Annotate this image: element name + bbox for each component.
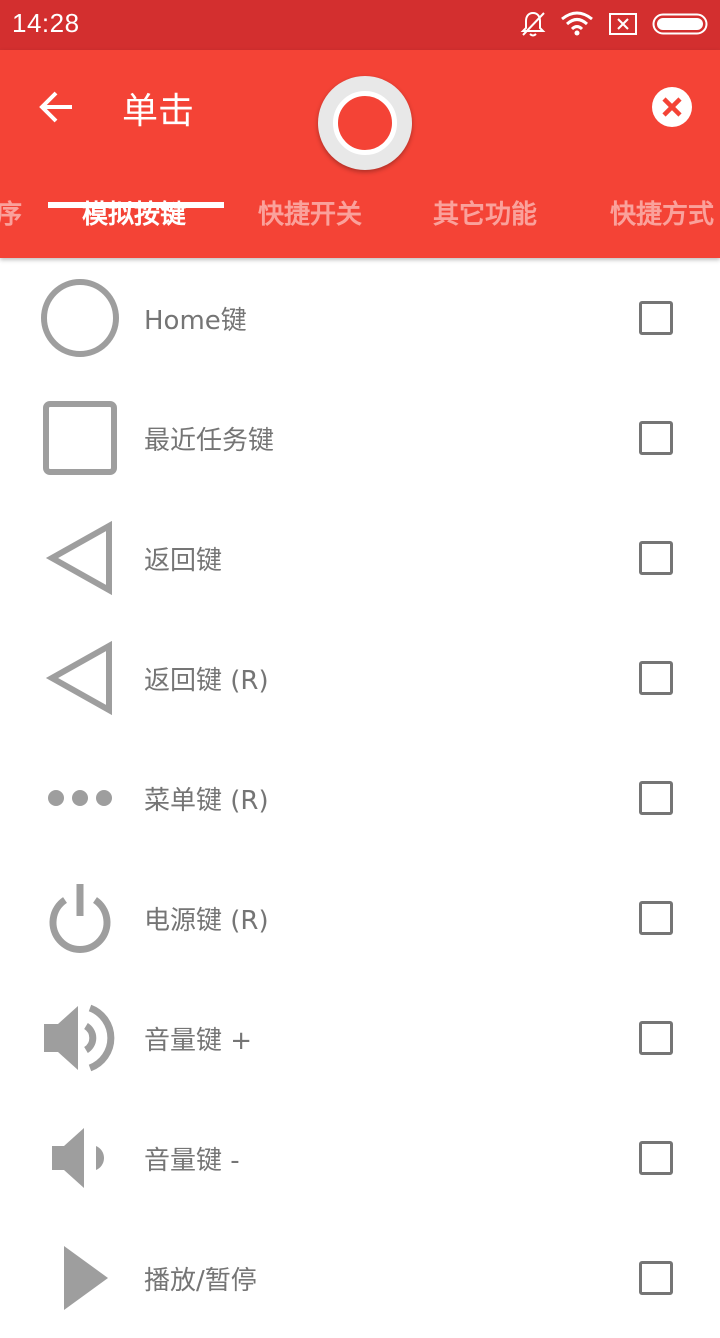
list-item-label: 返回键 (R) — [144, 666, 269, 696]
list-item[interactable]: 返回键 — [0, 498, 720, 618]
close-circle-icon — [662, 97, 682, 117]
tab-quick-switches[interactable]: 快捷开关 — [258, 194, 362, 231]
list-item-label: 电源键 (R) — [144, 906, 269, 936]
checkbox[interactable] — [639, 781, 673, 815]
checkbox[interactable] — [639, 661, 673, 695]
tab-programs[interactable]: 程序 — [0, 194, 22, 231]
status-bar: 14:28 — [0, 0, 720, 50]
list-item-label: 播放/暂停 — [144, 1266, 257, 1296]
floating-ball-preview[interactable] — [318, 76, 412, 170]
page-title: 单击 — [122, 91, 195, 132]
list-item-label: 最近任务键 — [144, 426, 275, 456]
list-item[interactable]: 音量键 - — [0, 1098, 720, 1218]
square-recents-icon — [40, 398, 120, 478]
list-item[interactable]: 音量键 + — [0, 978, 720, 1098]
tab-simulated-keys[interactable]: 模拟按键 — [82, 194, 186, 231]
checkbox[interactable] — [639, 301, 673, 335]
list-item[interactable]: Home键 — [0, 258, 720, 378]
tab-bar: 程序 模拟按键 快捷开关 其它功能 快捷方式 — [0, 178, 720, 258]
checkbox[interactable] — [639, 1261, 673, 1295]
list-item[interactable]: 菜单键 (R) — [0, 738, 720, 858]
power-icon — [40, 878, 120, 958]
list-item[interactable]: 最近任务键 — [0, 378, 720, 498]
play-icon — [40, 1238, 120, 1318]
app-bar: 单击 程序 模拟按键 快捷开关 其它功能 快捷方式 — [0, 50, 720, 258]
triangle-back-icon — [40, 638, 120, 718]
bell-off-icon — [520, 10, 546, 42]
back-button[interactable] — [36, 86, 78, 128]
list-item-label: 菜单键 (R) — [144, 786, 269, 816]
ring-icon — [333, 91, 397, 155]
list-item-label: Home键 — [144, 306, 247, 336]
checkbox[interactable] — [639, 541, 673, 575]
checkbox[interactable] — [639, 901, 673, 935]
tab-indicator — [48, 202, 224, 208]
status-time: 14:28 — [12, 8, 80, 38]
list-item[interactable]: 返回键 (R) — [0, 618, 720, 738]
tab-shortcuts[interactable]: 快捷方式 — [610, 194, 714, 231]
status-icons — [520, 10, 708, 42]
checkbox[interactable] — [639, 1141, 673, 1175]
list-item[interactable]: 电源键 (R) — [0, 858, 720, 978]
checkbox[interactable] — [639, 1021, 673, 1055]
circle-home-icon — [40, 278, 120, 358]
checkbox[interactable] — [639, 421, 673, 455]
list-item[interactable]: 播放/暂停 — [0, 1218, 720, 1338]
sim-x-icon — [608, 12, 638, 40]
list-item-label: 音量键 - — [144, 1146, 240, 1176]
close-button[interactable] — [652, 87, 692, 127]
tab-other-functions[interactable]: 其它功能 — [433, 194, 537, 231]
battery-icon — [652, 12, 708, 40]
list-item-label: 音量键 + — [144, 1026, 253, 1056]
arrow-back-icon — [39, 91, 72, 123]
volume-up-icon — [40, 998, 120, 1078]
triangle-back-icon — [40, 518, 120, 598]
volume-down-icon — [40, 1118, 120, 1198]
list-item-label: 返回键 — [144, 546, 223, 576]
dots-menu-icon — [40, 758, 120, 838]
wifi-icon — [560, 11, 594, 41]
